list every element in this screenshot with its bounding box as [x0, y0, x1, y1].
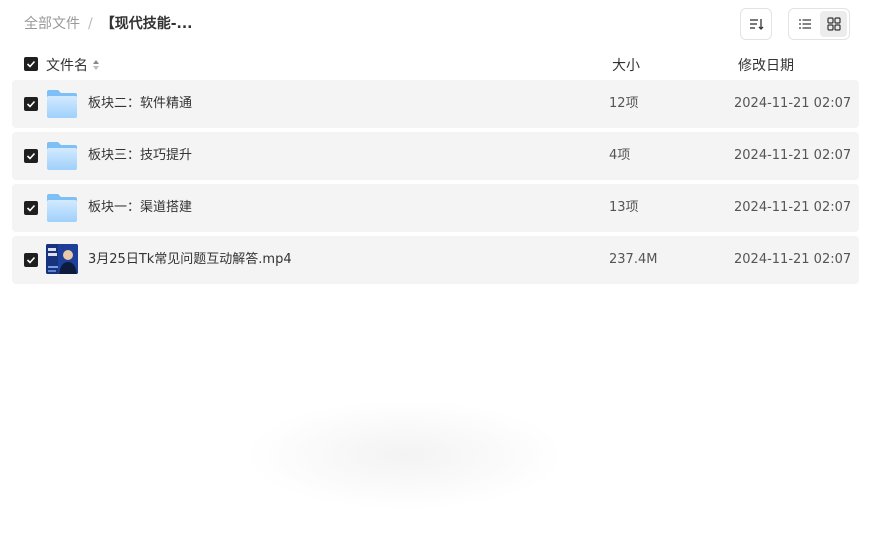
- file-date: 2024-11-21 02:07: [734, 96, 852, 111]
- breadcrumb: 全部文件 / 【现代技能-...: [24, 15, 192, 33]
- file-name[interactable]: 3月25日Tk常见问题互动解答.mp4: [88, 252, 292, 268]
- folder-icon: [47, 90, 77, 118]
- file-list: 板块二：软件精通 12项 2024-11-21 02:07 板块三：技巧提升 4…: [12, 80, 859, 288]
- checkmark-icon: [26, 204, 36, 212]
- video-thumbnail: [46, 244, 78, 274]
- breadcrumb-root-link[interactable]: 全部文件: [24, 15, 80, 33]
- file-row[interactable]: 3月25日Tk常见问题互动解答.mp4 237.4M 2024-11-21 02…: [12, 236, 859, 284]
- video-preview-image: [46, 244, 78, 274]
- breadcrumb-current-folder: 【现代技能-...: [100, 16, 193, 32]
- file-row[interactable]: 板块二：软件精通 12项 2024-11-21 02:07: [12, 80, 859, 128]
- row-checkbox[interactable]: [24, 253, 38, 267]
- view-toggle: [788, 8, 850, 40]
- row-checkbox[interactable]: [24, 201, 38, 215]
- file-size: 13项: [609, 200, 639, 215]
- grid-view-icon: [826, 17, 841, 31]
- checkmark-icon: [26, 60, 36, 68]
- sort-lines-icon: [750, 19, 764, 30]
- list-view-icon: [798, 19, 811, 29]
- file-size: 237.4M: [609, 252, 658, 267]
- file-size: 4项: [609, 148, 631, 163]
- file-date: 2024-11-21 02:07: [734, 200, 852, 215]
- size-column-header[interactable]: 大小: [612, 55, 640, 75]
- folder-icon: [47, 142, 77, 170]
- sort-button[interactable]: [740, 8, 772, 40]
- checkmark-icon: [26, 256, 36, 264]
- file-date: 2024-11-21 02:07: [734, 252, 852, 267]
- file-size: 12项: [609, 96, 639, 111]
- file-row[interactable]: 板块一：渠道搭建 13项 2024-11-21 02:07: [12, 184, 859, 232]
- folder-icon: [47, 194, 77, 222]
- top-bar: 全部文件 / 【现代技能-...: [0, 0, 874, 48]
- breadcrumb-separator: /: [88, 16, 93, 32]
- file-name[interactable]: 板块三：技巧提升: [88, 148, 192, 164]
- checkmark-icon: [26, 100, 36, 108]
- select-all-checkbox[interactable]: [24, 57, 38, 71]
- file-name[interactable]: 板块二：软件精通: [88, 96, 192, 112]
- empty-area-glow: [245, 400, 565, 510]
- name-column-label: 文件名: [46, 58, 88, 74]
- file-list-header: 文件名 大小 修改日期: [12, 50, 859, 78]
- row-checkbox[interactable]: [24, 149, 38, 163]
- file-date: 2024-11-21 02:07: [734, 148, 852, 163]
- date-column-header[interactable]: 修改日期: [738, 55, 794, 75]
- grid-view-button[interactable]: [820, 11, 847, 37]
- checkmark-icon: [26, 152, 36, 160]
- file-row[interactable]: 板块三：技巧提升 4项 2024-11-21 02:07: [12, 132, 859, 180]
- sort-arrows-icon[interactable]: [92, 59, 100, 71]
- name-column-header[interactable]: 文件名: [46, 55, 100, 75]
- file-name[interactable]: 板块一：渠道搭建: [88, 200, 192, 216]
- row-checkbox[interactable]: [24, 97, 38, 111]
- list-view-button[interactable]: [791, 11, 818, 37]
